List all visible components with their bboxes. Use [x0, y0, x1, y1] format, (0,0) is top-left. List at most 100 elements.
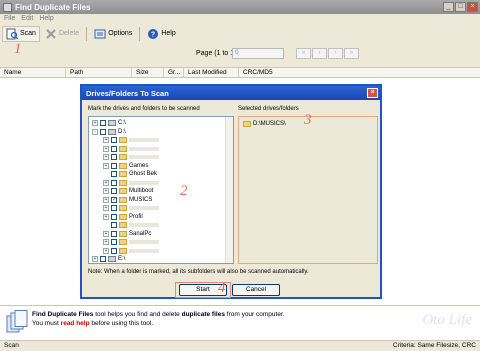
expand-icon[interactable]: + [103, 213, 109, 220]
folder-icon [119, 179, 127, 186]
tree-checkbox[interactable] [111, 213, 117, 220]
tree-row[interactable]: + [103, 238, 159, 246]
expand-icon[interactable]: + [103, 137, 109, 143]
expand-icon[interactable]: + [103, 239, 109, 245]
read-help-link[interactable]: read help [61, 320, 90, 327]
folder-tree[interactable]: + C:\ - D:\ + + + + Games Ghost Bek + + Multiboot + ✓ M… [88, 116, 234, 264]
status-bar: Scan Criteria: Same Filesize, CRC [0, 340, 480, 351]
tree-row[interactable]: - D:\ [92, 128, 126, 136]
tree-checkbox[interactable]: ✓ [111, 196, 117, 203]
tree-checkbox[interactable] [111, 137, 117, 143]
expand-icon[interactable]: + [103, 145, 109, 152]
scan-button[interactable]: Scan [2, 25, 40, 42]
next-page-button[interactable]: › [328, 48, 343, 59]
tree-row[interactable]: + [103, 136, 159, 144]
help-button[interactable]: ? Help [144, 26, 178, 42]
dialog-close-button[interactable]: × [367, 88, 378, 98]
selected-label: Selected drives/folders [238, 106, 299, 112]
info-footer: Find Duplicate Files tool helps you find… [0, 305, 480, 340]
tree-row[interactable]: + [103, 145, 159, 153]
tree-label: C:\ [118, 120, 126, 126]
tree-checkbox[interactable] [111, 154, 117, 160]
tree-checkbox[interactable] [111, 230, 117, 237]
drive-icon [108, 120, 116, 126]
column-group[interactable]: Gr... [164, 68, 184, 77]
menu-bar: File Edit Help [0, 14, 480, 24]
tree-checkbox[interactable] [111, 179, 117, 186]
tree-checkbox[interactable] [111, 222, 117, 228]
expand-icon[interactable]: + [103, 162, 109, 169]
column-size[interactable]: Size [132, 68, 164, 77]
dialog-note: Note: When a folder is marked, all its s… [88, 269, 309, 275]
column-crc[interactable]: CRC/MD5 [239, 68, 480, 77]
watermark: Oto Life [422, 312, 472, 328]
tree-checkbox[interactable] [100, 128, 106, 135]
toolbar: Scan Delete Options ? Help [0, 24, 480, 43]
tree-checkbox[interactable] [111, 205, 117, 211]
expand-icon[interactable]: + [103, 188, 109, 194]
tree-checkbox[interactable] [111, 188, 117, 194]
tree-row[interactable]: + Profil [103, 213, 143, 221]
selected-folder-item[interactable]: D:\MUSICS\ [243, 121, 286, 127]
expand-icon[interactable]: + [103, 196, 109, 203]
column-name[interactable]: Name [0, 68, 66, 77]
toolbar-separator [86, 26, 88, 41]
maximize-button[interactable]: □ [455, 2, 466, 12]
tree-row[interactable] [103, 221, 159, 229]
tree-row[interactable]: + C:\ [92, 119, 126, 127]
tree-row[interactable]: + E:\ [92, 255, 125, 263]
tree-checkbox[interactable] [111, 145, 117, 152]
tree-checkbox[interactable] [111, 239, 117, 245]
expand-icon[interactable]: + [103, 154, 109, 160]
tree-row[interactable]: + Games [103, 162, 148, 170]
page-number-value: 0 [235, 49, 239, 56]
tree-row[interactable]: Ghost Bek [103, 170, 157, 178]
folder-icon [119, 205, 127, 211]
expand-icon[interactable]: + [103, 205, 109, 211]
column-last-modified[interactable]: Last Modified [184, 68, 239, 77]
tree-label: Profil [129, 213, 143, 220]
annotation-2: 2 [180, 183, 188, 199]
expand-icon[interactable]: + [103, 247, 109, 254]
last-page-button[interactable]: » [344, 48, 359, 59]
menu-help[interactable]: Help [39, 14, 53, 24]
tree-row[interactable]: + SanalPc [103, 230, 151, 238]
expand-icon[interactable]: + [103, 230, 109, 237]
expand-icon[interactable]: + [92, 120, 98, 126]
close-button[interactable]: × [467, 2, 478, 12]
delete-button[interactable]: Delete [42, 26, 82, 42]
collapse-icon[interactable]: - [92, 128, 98, 135]
drive-icon [108, 256, 116, 262]
expand-icon[interactable]: + [92, 256, 98, 262]
tree-checkbox[interactable] [111, 162, 117, 169]
menu-file[interactable]: File [4, 14, 15, 24]
column-path[interactable]: Path [66, 68, 132, 77]
annotation-3: 3 [304, 112, 312, 128]
tree-row[interactable]: + [103, 179, 159, 187]
tree-row[interactable]: + Multiboot [103, 187, 153, 195]
tree-checkbox[interactable] [100, 120, 106, 126]
results-grid-header: Name Path Size Gr... Last Modified CRC/M… [0, 67, 480, 78]
expand-icon[interactable]: + [103, 179, 109, 186]
tree-scrollbar[interactable] [225, 117, 233, 263]
toolbar-separator [139, 26, 141, 41]
folder-icon [119, 154, 127, 160]
tree-checkbox[interactable] [111, 171, 117, 177]
prev-page-button[interactable]: ‹ [312, 48, 327, 59]
minimize-button[interactable]: _ [443, 2, 454, 12]
tree-row[interactable]: + [103, 247, 159, 255]
options-button[interactable]: Options [91, 26, 135, 42]
cancel-button[interactable]: Cancel [232, 284, 280, 296]
scan-dialog: Drives/Folders To Scan × Mark the drives… [80, 84, 382, 299]
selected-folders-list[interactable]: D:\MUSICS\ [238, 116, 378, 264]
delete-label: Delete [58, 30, 80, 37]
tree-label: E:\ [118, 256, 126, 262]
page-number-input[interactable]: 0 [232, 48, 284, 59]
tree-checkbox[interactable] [100, 256, 106, 262]
first-page-button[interactable]: « [296, 48, 311, 59]
tree-row[interactable]: + [103, 153, 159, 161]
menu-edit[interactable]: Edit [21, 14, 33, 24]
tree-checkbox[interactable] [111, 247, 117, 254]
tree-row[interactable]: + [103, 204, 159, 212]
tree-row[interactable]: + ✓ MUSICS [103, 196, 152, 204]
